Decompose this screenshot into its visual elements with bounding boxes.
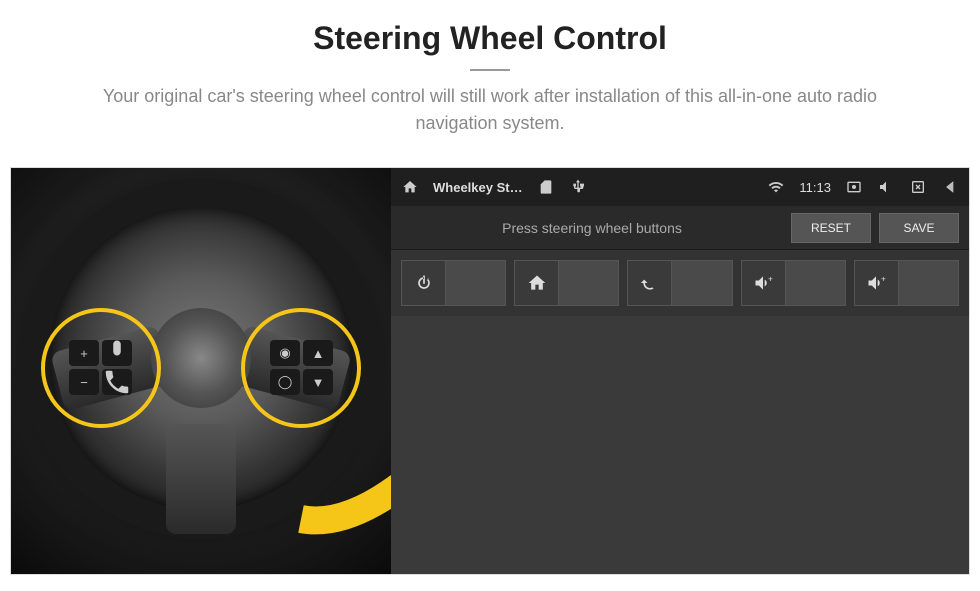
wheel-btn-up: ▲ bbox=[303, 340, 333, 366]
app-name-label: Wheelkey St… bbox=[433, 180, 523, 195]
mute-icon[interactable] bbox=[877, 178, 895, 196]
reset-button[interactable]: RESET bbox=[791, 213, 871, 243]
home-icon bbox=[515, 261, 559, 305]
back-icon[interactable] bbox=[941, 178, 959, 196]
callout-arrow bbox=[291, 419, 391, 544]
save-button[interactable]: SAVE bbox=[879, 213, 959, 243]
volume-up-icon: + bbox=[742, 261, 786, 305]
content-area bbox=[391, 316, 969, 574]
key-slot[interactable] bbox=[627, 260, 732, 306]
sd-card-icon bbox=[537, 178, 555, 196]
usb-icon bbox=[569, 178, 587, 196]
key-slot[interactable] bbox=[401, 260, 506, 306]
home-icon[interactable] bbox=[401, 178, 419, 196]
prompt-text: Press steering wheel buttons bbox=[401, 220, 783, 236]
key-slot-row: + + bbox=[391, 250, 969, 316]
page-subtitle: Your original car's steering wheel contr… bbox=[0, 83, 980, 137]
close-app-icon[interactable] bbox=[909, 178, 927, 196]
wheel-btn-down: ▼ bbox=[303, 369, 333, 395]
wheel-btn-phone bbox=[102, 369, 132, 395]
power-icon bbox=[402, 261, 446, 305]
wheel-spoke bbox=[166, 424, 236, 534]
page-header: Steering Wheel Control Your original car… bbox=[0, 0, 980, 147]
clock-label: 11:13 bbox=[799, 180, 831, 195]
key-slot[interactable] bbox=[514, 260, 619, 306]
wheel-btn-media: ◉ bbox=[270, 340, 300, 366]
svg-text:+: + bbox=[768, 273, 773, 283]
wifi-icon bbox=[767, 178, 785, 196]
wheel-hub bbox=[151, 308, 251, 408]
return-icon bbox=[628, 261, 672, 305]
key-slot[interactable]: + bbox=[741, 260, 846, 306]
head-unit-screen: Wheelkey St… 11:13 bbox=[391, 168, 969, 574]
wheel-button-cluster-left: + − bbox=[69, 340, 132, 395]
svg-text:+: + bbox=[881, 273, 886, 283]
prompt-bar: Press steering wheel buttons RESET SAVE bbox=[391, 206, 969, 250]
key-slot[interactable]: + bbox=[854, 260, 959, 306]
wheel-btn-minus: − bbox=[69, 369, 99, 395]
status-bar: Wheelkey St… 11:13 bbox=[391, 168, 969, 206]
screenshot-icon[interactable] bbox=[845, 178, 863, 196]
steering-wheel-photo: + − ◉ ▲ ◯ ▼ bbox=[11, 168, 391, 574]
page-title: Steering Wheel Control bbox=[0, 20, 980, 57]
title-divider bbox=[470, 69, 510, 71]
wheel-btn-voice bbox=[102, 340, 132, 366]
wheel-button-cluster-right: ◉ ▲ ◯ ▼ bbox=[270, 340, 333, 395]
volume-up-icon: + bbox=[855, 261, 899, 305]
wheel-btn-cycle: ◯ bbox=[270, 369, 300, 395]
wheel-btn-plus: + bbox=[69, 340, 99, 366]
hero-panel: + − ◉ ▲ ◯ ▼ Wheelkey St… bbox=[10, 167, 970, 575]
